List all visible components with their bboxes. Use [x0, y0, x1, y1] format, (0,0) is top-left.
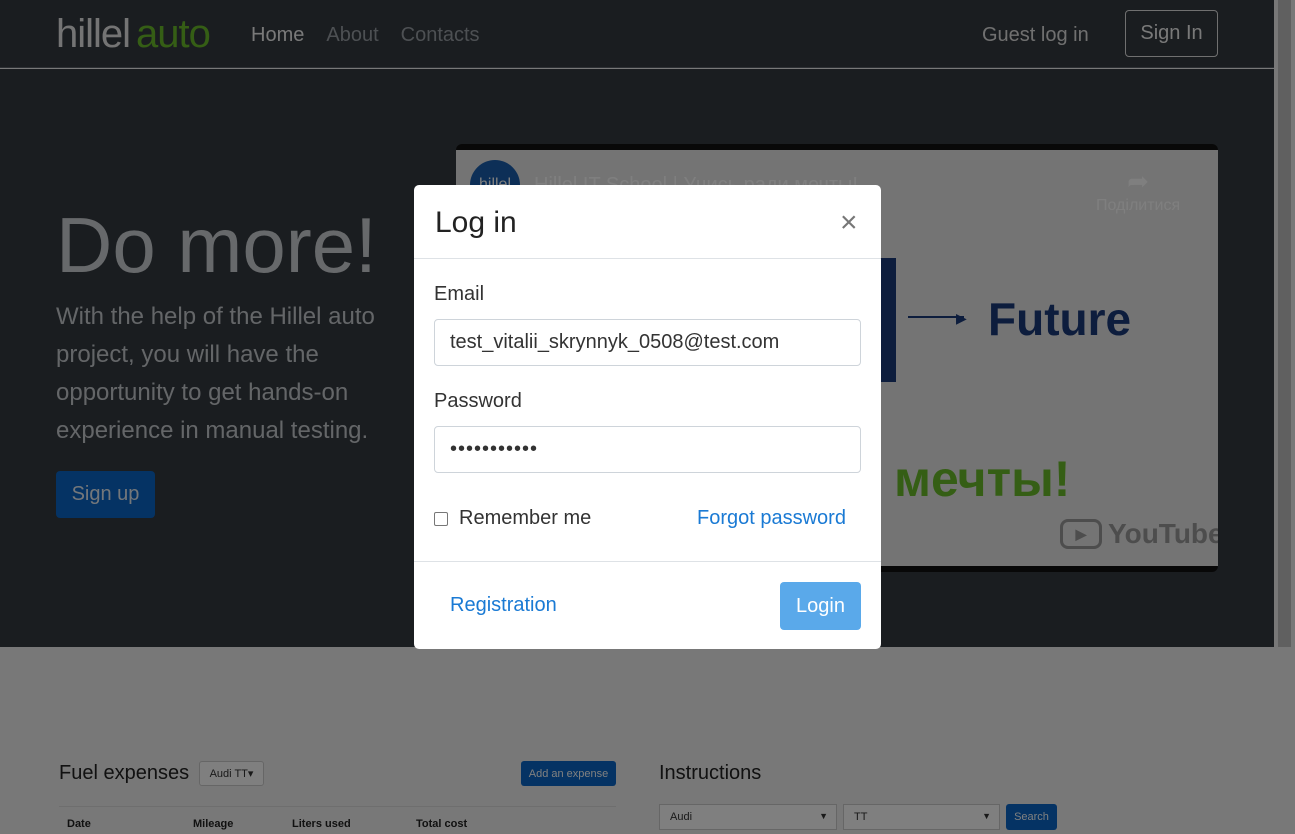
remember-me-row: Remember me — [434, 507, 591, 530]
email-label: Email — [434, 283, 485, 305]
modal-footer: Registration Login — [414, 561, 881, 649]
password-field[interactable] — [434, 426, 861, 473]
email-field[interactable] — [434, 319, 861, 366]
registration-link[interactable]: Registration — [450, 594, 557, 617]
forgot-password-link[interactable]: Forgot password — [697, 507, 846, 530]
login-button[interactable]: Login — [780, 582, 861, 630]
login-modal: Log in × Email Password Remember me Forg… — [414, 185, 881, 649]
password-label: Password — [434, 390, 522, 412]
modal-title: Log in — [435, 206, 517, 239]
remember-me-checkbox[interactable] — [434, 511, 448, 526]
remember-me-label[interactable]: Remember me — [459, 507, 591, 530]
close-icon[interactable]: × — [840, 205, 858, 241]
modal-header: Log in × — [414, 185, 881, 259]
